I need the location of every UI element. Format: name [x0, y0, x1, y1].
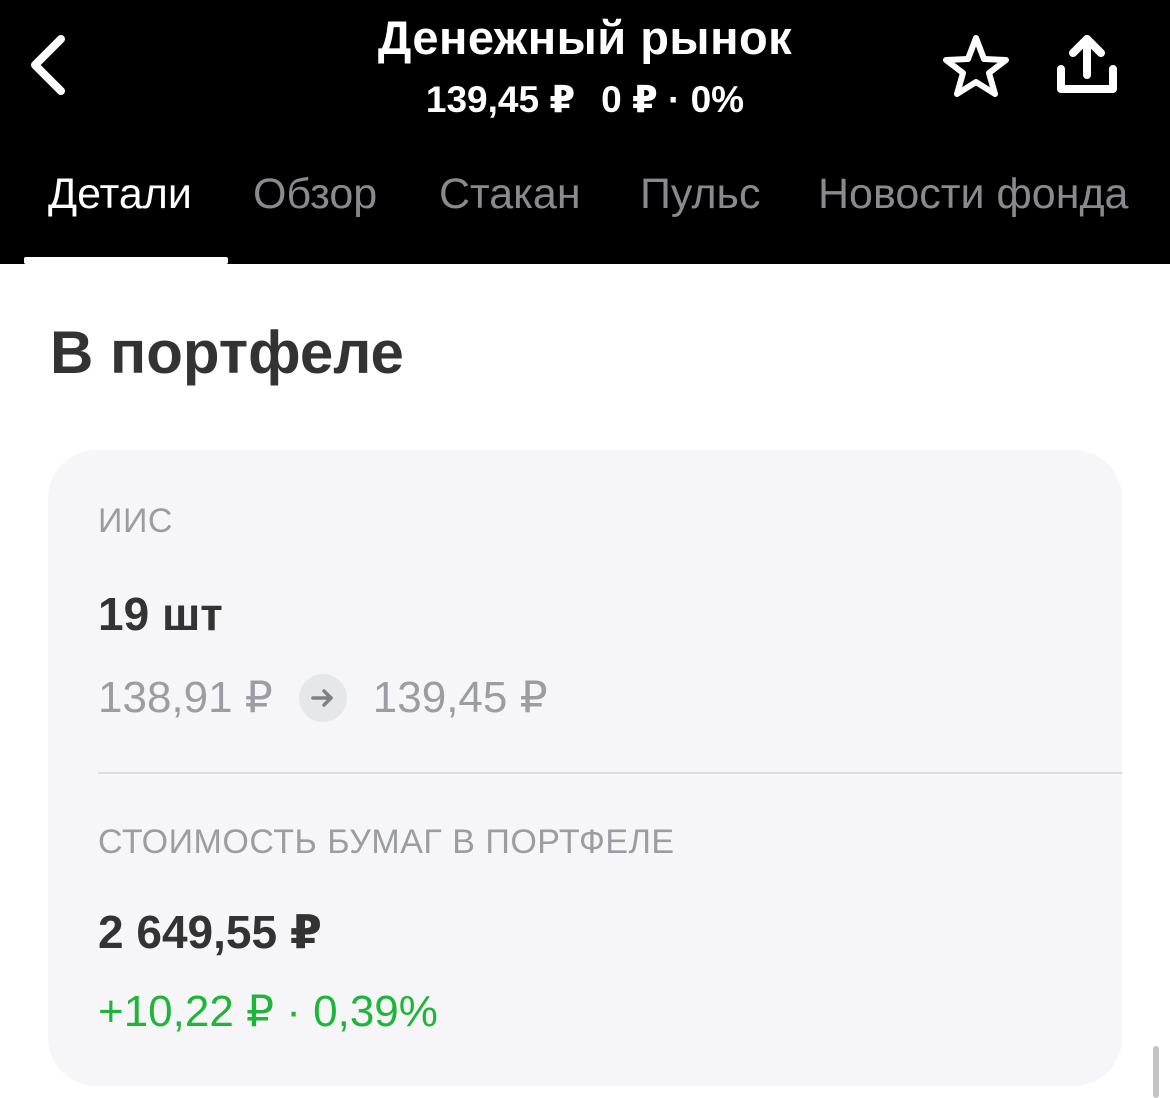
portfolio-value-change: +10,22 ₽ · 0,39%	[98, 987, 438, 1036]
share-upload-icon	[1057, 35, 1117, 93]
instrument-price: 139,45 ₽	[425, 79, 576, 120]
share-button[interactable]	[1052, 30, 1122, 100]
star-outline-icon	[943, 35, 1009, 97]
portfolio-card[interactable]: ИИС 19 шт 138,91 ₽ 139,45 ₽ СТОИМОСТЬ БУ…	[48, 450, 1122, 1086]
price-change-row: 138,91 ₽ 139,45 ₽	[98, 672, 548, 723]
tab-fund-news[interactable]: Новости фонда	[818, 170, 1128, 219]
card-divider	[98, 772, 1122, 774]
average-price: 138,91 ₽	[98, 673, 273, 722]
tab-bar: Детали Обзор Стакан Пульс Новости фонда	[0, 160, 1170, 264]
account-label: ИИС	[98, 502, 173, 540]
position-quantity: 19 шт	[98, 588, 223, 640]
top-header: Денежный рынок 139,45 ₽0 ₽ · 0% Детали О…	[0, 0, 1170, 264]
current-price: 139,45 ₽	[372, 673, 548, 722]
tab-overview[interactable]: Обзор	[253, 170, 377, 219]
portfolio-value-label: СТОИМОСТЬ БУМАГ В ПОРТФЕЛЕ	[98, 823, 675, 861]
favorite-button[interactable]	[940, 30, 1012, 102]
tab-order-book[interactable]: Стакан	[439, 170, 581, 219]
tab-details[interactable]: Детали	[48, 170, 192, 219]
arrow-right-icon	[298, 673, 347, 722]
active-tab-indicator	[24, 257, 228, 264]
portfolio-value: 2 649,55 ₽	[98, 906, 322, 958]
portfolio-section-title: В портфеле	[50, 319, 404, 386]
instrument-change: 0 ₽ · 0%	[601, 79, 745, 120]
scrollbar[interactable]	[1153, 1046, 1159, 1098]
tab-pulse[interactable]: Пульс	[640, 170, 760, 219]
